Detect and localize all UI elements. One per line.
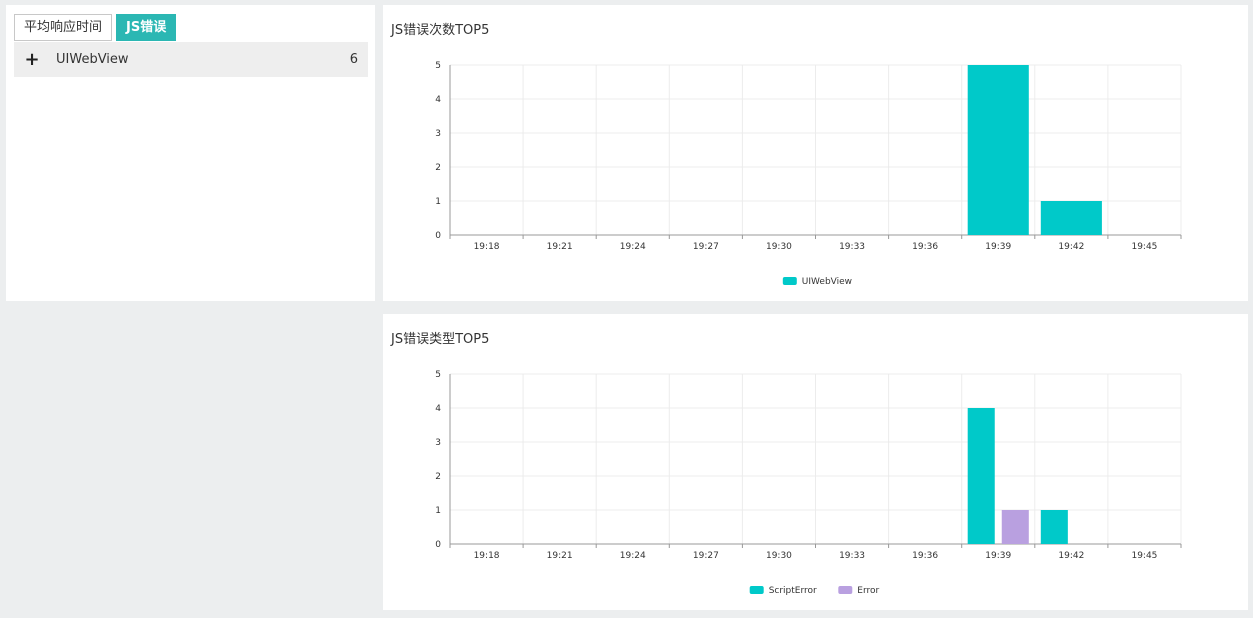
x-tick-label: 19:30 (766, 551, 792, 561)
x-tick-label: 19:30 (766, 242, 792, 252)
list-item-count: 6 (349, 52, 358, 67)
y-tick-label: 5 (435, 370, 441, 380)
legend-swatch[interactable] (838, 586, 853, 594)
x-tick-label: 19:33 (839, 242, 865, 252)
bar-scripterror-1939[interactable] (967, 408, 995, 544)
x-tick-label: 19:24 (620, 551, 646, 561)
list-item[interactable]: + UIWebView 6 (14, 42, 368, 77)
bar-uiwebview-1939[interactable] (967, 65, 1029, 235)
x-tick-label: 19:21 (547, 551, 573, 561)
x-tick-label: 19:39 (985, 551, 1011, 561)
legend-label[interactable]: ScriptError (769, 586, 817, 596)
x-tick-label: 19:42 (1058, 242, 1084, 252)
y-tick-label: 0 (435, 231, 441, 241)
x-tick-label: 19:27 (693, 242, 719, 252)
legend-label[interactable]: UIWebView (802, 277, 852, 287)
x-tick-label: 19:24 (620, 242, 646, 252)
bar-error-1939[interactable] (1001, 510, 1029, 544)
legend-swatch[interactable] (782, 277, 797, 285)
js-error-type-chart-panel: JS错误类型TOP5 0 1 2 3 4 5 19:18 19:21 19:24 19:27 19:… (383, 314, 1248, 610)
y-tick-label: 0 (435, 540, 441, 550)
x-tick-label: 19:33 (839, 551, 865, 561)
x-tick-label: 19:45 (1131, 242, 1157, 252)
y-tick-label: 3 (435, 129, 441, 139)
js-error-count-chart-panel: JS错误次数TOP5 0 1 2 3 4 5 19:18 19:21 19:24 19:27 19:… (383, 5, 1248, 301)
x-tick-label: 19:39 (985, 242, 1011, 252)
expand-plus-icon[interactable]: + (14, 49, 50, 70)
y-tick-label: 5 (435, 61, 441, 71)
y-tick-label: 4 (435, 404, 441, 414)
error-list-panel: 平均响应时间 JS错误 + UIWebView 6 (6, 5, 375, 301)
y-tick-label: 1 (435, 506, 441, 516)
tab-js-error[interactable]: JS错误 (116, 14, 177, 41)
y-tick-label: 1 (435, 197, 441, 207)
bar-scripterror-1942[interactable] (1040, 510, 1068, 544)
y-tick-label: 2 (435, 472, 441, 482)
x-tick-label: 19:45 (1131, 551, 1157, 561)
list-item-label: UIWebView (56, 52, 129, 67)
y-tick-label: 2 (435, 163, 441, 173)
x-tick-label: 19:21 (547, 242, 573, 252)
x-tick-label: 19:42 (1058, 551, 1084, 561)
x-tick-label: 19:18 (474, 551, 500, 561)
legend-swatch[interactable] (749, 586, 764, 594)
y-tick-label: 3 (435, 438, 441, 448)
bar-uiwebview-1942[interactable] (1040, 201, 1102, 235)
js-error-count-chart: 0 1 2 3 4 5 19:18 19:21 19:24 19:27 19:30 19:33 19:3… (435, 61, 1182, 287)
tab-avg-response-time[interactable]: 平均响应时间 (14, 14, 113, 41)
x-tick-label: 19:18 (474, 242, 500, 252)
tab-bar: 平均响应时间 JS错误 (14, 14, 177, 41)
y-tick-label: 4 (435, 95, 441, 105)
js-error-type-chart: 0 1 2 3 4 5 19:18 19:21 19:24 19:27 19:30 19:33 19:3… (435, 370, 1182, 596)
x-tick-label: 19:36 (912, 551, 938, 561)
legend-label[interactable]: Error (857, 586, 879, 596)
x-tick-label: 19:36 (912, 242, 938, 252)
x-tick-label: 19:27 (693, 551, 719, 561)
